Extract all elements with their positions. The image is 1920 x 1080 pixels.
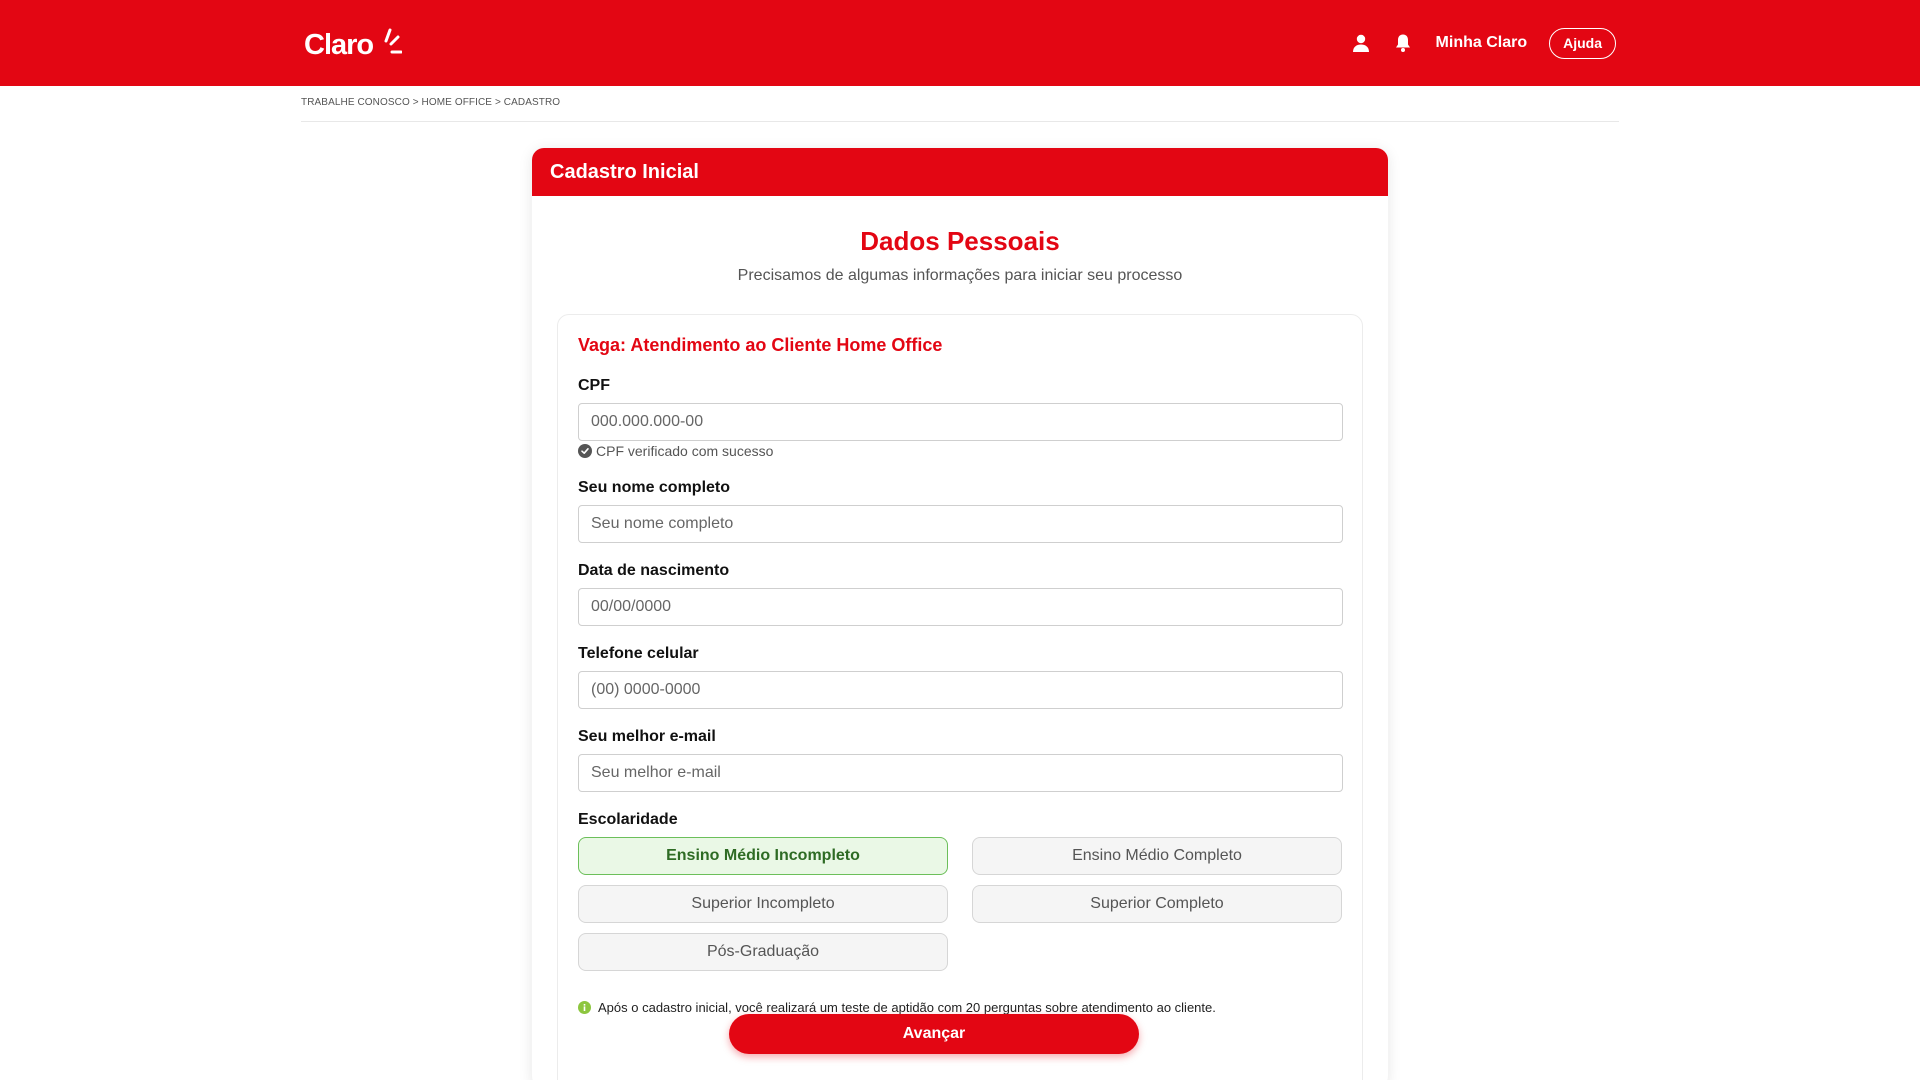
email-label: Seu melhor e-mail — [578, 728, 716, 745]
help-button[interactable]: Ajuda — [1549, 27, 1616, 59]
signup-card: Cadastro Inicial Dados Pessoais Precisam… — [532, 148, 1388, 1080]
breadcrumb-divider — [301, 121, 1619, 122]
name-input[interactable] — [578, 505, 1343, 543]
card-title: Cadastro Inicial — [532, 148, 1388, 196]
name-label: Seu nome completo — [578, 479, 731, 496]
top-bar: Claro Minha Claro Ajuda — [0, 0, 1920, 86]
claro-logo[interactable]: Claro — [304, 28, 403, 61]
section-title: Dados Pessoais — [860, 226, 1060, 256]
cpf-status-text: CPF verificado com sucesso — [596, 443, 774, 459]
cpf-label: CPF — [578, 377, 610, 394]
phone-input[interactable] — [578, 671, 1343, 709]
advance-button[interactable]: Avançar — [729, 1014, 1139, 1054]
minha-claro-link[interactable]: Minha Claro — [1436, 34, 1528, 52]
education-option[interactable]: Ensino Médio Incompleto — [578, 837, 948, 875]
section-subtitle: Precisamos de algumas informações para i… — [737, 267, 1183, 284]
email-input[interactable] — [578, 754, 1343, 792]
breadcrumb[interactable]: TRABALHE CONOSCO > HOME OFFICE > CADASTR… — [301, 97, 560, 108]
phone-label: Telefone celular — [578, 645, 699, 662]
info-icon — [578, 1001, 591, 1014]
education-option[interactable]: Superior Completo — [972, 885, 1342, 923]
cpf-input[interactable] — [578, 403, 1343, 441]
education-option[interactable]: Pós-Graduação — [578, 933, 948, 971]
info-note: Após o cadastro inicial, você realizará … — [578, 1000, 1216, 1015]
education-option[interactable]: Ensino Médio Completo — [972, 837, 1342, 875]
education-label: Escolaridade — [578, 811, 678, 828]
bell-icon[interactable] — [1392, 32, 1414, 54]
birth-date-input[interactable] — [578, 588, 1343, 626]
header-actions: Minha Claro Ajuda — [1350, 27, 1616, 59]
info-note-text: Após o cadastro inicial, você realizará … — [598, 1000, 1216, 1015]
job-title: Vaga: Atendimento ao Cliente Home Office — [578, 335, 943, 355]
user-icon[interactable] — [1350, 32, 1372, 54]
birth-date-label: Data de nascimento — [578, 562, 730, 579]
check-circle-icon — [578, 444, 592, 458]
education-option[interactable]: Superior Incompleto — [578, 885, 948, 923]
cpf-verified-status: CPF verificado com sucesso — [578, 443, 773, 459]
logo-text: Claro — [304, 29, 374, 61]
form-panel: Vaga: Atendimento ao Cliente Home Office… — [557, 314, 1363, 1080]
logo-rays-icon — [384, 28, 403, 54]
